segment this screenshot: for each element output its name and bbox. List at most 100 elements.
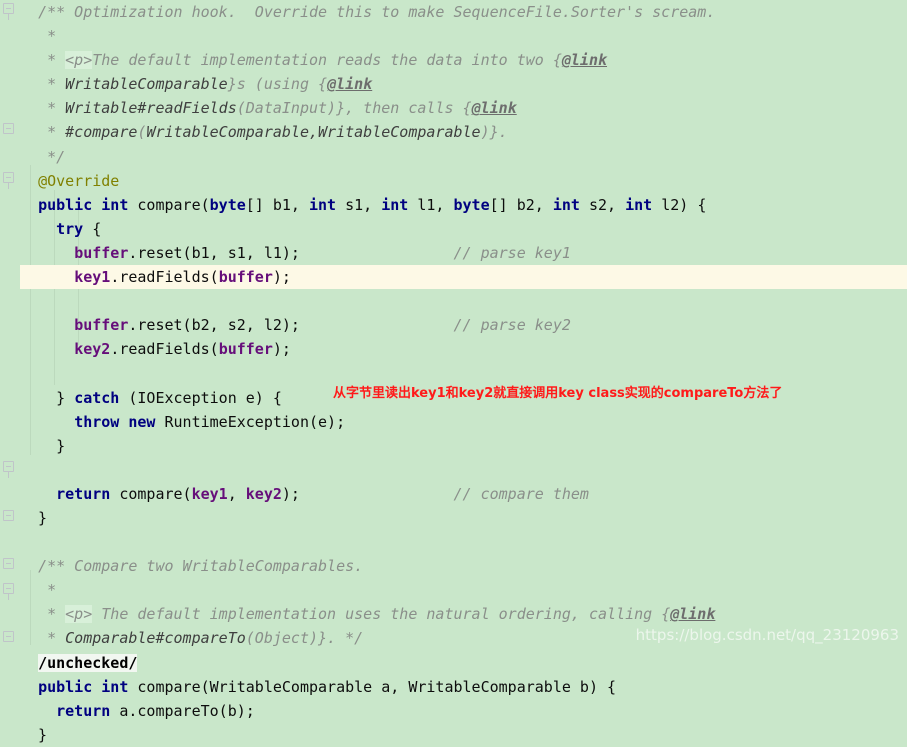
code-line[interactable]: } (0, 723, 907, 747)
code-line-text: throw new RuntimeException(e); (20, 410, 345, 434)
code-line[interactable] (0, 530, 907, 554)
code-line-text: return compare(key1, key2); // compare t… (20, 482, 589, 506)
token-kw: return (56, 484, 111, 503)
token-plain: , (227, 484, 246, 503)
code-line[interactable]: } (0, 506, 907, 530)
code-line[interactable]: */ (0, 145, 907, 169)
code-line[interactable]: try { (0, 217, 907, 241)
token-tag: <p> (65, 51, 93, 70)
token-cmt: */ (20, 147, 66, 166)
token-cmt: // parse key2 (453, 316, 571, 335)
code-line[interactable]: @Override (0, 169, 907, 193)
token-plain: l1, (408, 195, 454, 214)
fold-marker-icon[interactable] (3, 3, 14, 20)
token-fld: key1 (74, 268, 111, 287)
fold-marker-icon[interactable] (3, 583, 14, 600)
code-line-text: * (20, 24, 65, 48)
token-cmt-b: Comparable#compareTo (65, 629, 246, 648)
code-line[interactable]: /** Compare two WritableComparables. (0, 554, 907, 578)
token-plain: } (20, 508, 48, 527)
fold-marker-icon[interactable] (3, 461, 14, 478)
code-line-text: try { (20, 217, 101, 241)
fold-gutter[interactable] (0, 0, 20, 652)
code-line-text: * WritableComparable}s (using {@link (20, 72, 372, 96)
code-line[interactable]: /unchecked/ (0, 651, 907, 675)
code-line[interactable]: } (0, 434, 907, 458)
token-tag: <p> (65, 605, 93, 624)
code-line[interactable]: throw new RuntimeException(e); (0, 410, 907, 434)
token-plain: } (20, 436, 66, 455)
token-plain: } (20, 725, 48, 744)
code-line[interactable]: /** Optimization hook. Override this to … (0, 0, 907, 24)
code-line[interactable]: public int compare(WritableComparable a,… (0, 675, 907, 699)
token-cmt-b: WritableComparable (65, 75, 228, 94)
code-line-text: public int compare(byte[] b1, int s1, in… (20, 193, 706, 217)
code-line-text: /** Compare two WritableComparables. (20, 554, 363, 578)
token-plain: } (20, 388, 75, 407)
code-line-text: } (20, 506, 47, 530)
code-line-text: * <p> The default implementation uses th… (20, 602, 715, 626)
token-kw: public int (38, 195, 129, 214)
code-line[interactable]: key2.readFields(buffer); (0, 337, 907, 361)
code-line[interactable]: buffer.reset(b2, s2, l2); // parse key2 (0, 313, 907, 337)
token-cmt: /** Compare two WritableComparables. (38, 557, 364, 576)
code-line[interactable]: buffer.reset(b1, s1, l1); // parse key1 (0, 241, 907, 265)
token-cmt: /** Optimization hook. Override this to … (38, 3, 716, 21)
code-line-text: public int compare(WritableComparable a,… (20, 675, 616, 699)
code-line[interactable]: key1.readFields(buffer); (0, 265, 907, 290)
token-plain: .readFields( (110, 268, 219, 287)
code-line-text: /** Optimization hook. Override this to … (20, 0, 715, 24)
red-annotation-text: 从字节里读出key1和key2就直接调用key class实现的compareT… (333, 386, 783, 401)
token-plain: .reset(b2, s2, l2); (128, 316, 300, 335)
code-line-text: * (20, 578, 65, 602)
token-plain: s1, (336, 195, 382, 214)
code-line[interactable]: * <p>The default implementation reads th… (0, 48, 907, 72)
code-line[interactable]: * (0, 578, 907, 602)
code-editor[interactable]: /** Optimization hook. Override this to … (0, 0, 907, 744)
fold-marker-icon[interactable] (3, 558, 14, 569)
token-plain: compare( (110, 484, 192, 503)
token-link: @link (561, 51, 608, 70)
code-line-text: buffer.reset(b1, s1, l1); // parse key1 (20, 241, 571, 265)
token-kw: int (625, 195, 653, 214)
token-kw: throw new (74, 412, 156, 431)
code-line[interactable]: * (0, 24, 907, 48)
token-kw: byte (209, 195, 246, 214)
token-kw: public int (38, 677, 129, 696)
code-line-text: } (20, 723, 47, 747)
token-plain: ); (272, 340, 291, 359)
code-line[interactable] (0, 458, 907, 482)
token-plain: compare( (128, 195, 210, 214)
fold-marker-icon[interactable] (3, 172, 14, 189)
code-line[interactable]: * WritableComparable}s (using {@link (0, 72, 907, 96)
code-line[interactable]: return compare(key1, key2); // compare t… (0, 482, 907, 506)
token-plain: (IOException e) { (119, 388, 282, 407)
code-line[interactable]: return a.compareTo(b); (0, 699, 907, 723)
token-cmt-b: Writable#readFields (65, 99, 237, 118)
code-line[interactable]: public int compare(byte[] b1, int s1, in… (0, 193, 907, 217)
token-kw: int (381, 195, 409, 214)
token-unchk: /unchecked/ (38, 653, 138, 672)
fold-marker-icon[interactable] (3, 510, 14, 521)
token-cmt: * (20, 99, 66, 118)
code-line[interactable]: * <p> The default implementation uses th… (0, 602, 907, 626)
code-content[interactable]: /** Optimization hook. Override this to … (0, 0, 907, 744)
code-line-text: @Override (20, 169, 119, 193)
code-line[interactable]: * Writable#readFields(DataInput)}, then … (0, 96, 907, 120)
code-line[interactable]: * #compare(WritableComparable,WritableCo… (0, 120, 907, 144)
token-plain: compare(WritableComparable a, WritableCo… (128, 677, 617, 696)
code-line[interactable] (0, 289, 907, 313)
code-line-text: key1.readFields(buffer); (20, 265, 291, 289)
token-fld: buffer (74, 316, 129, 335)
token-plain: [] b2, (489, 195, 553, 214)
code-line-text: * Writable#readFields(DataInput)}, then … (20, 96, 517, 120)
fold-marker-icon[interactable] (3, 123, 14, 134)
fold-marker-icon[interactable] (3, 631, 14, 642)
